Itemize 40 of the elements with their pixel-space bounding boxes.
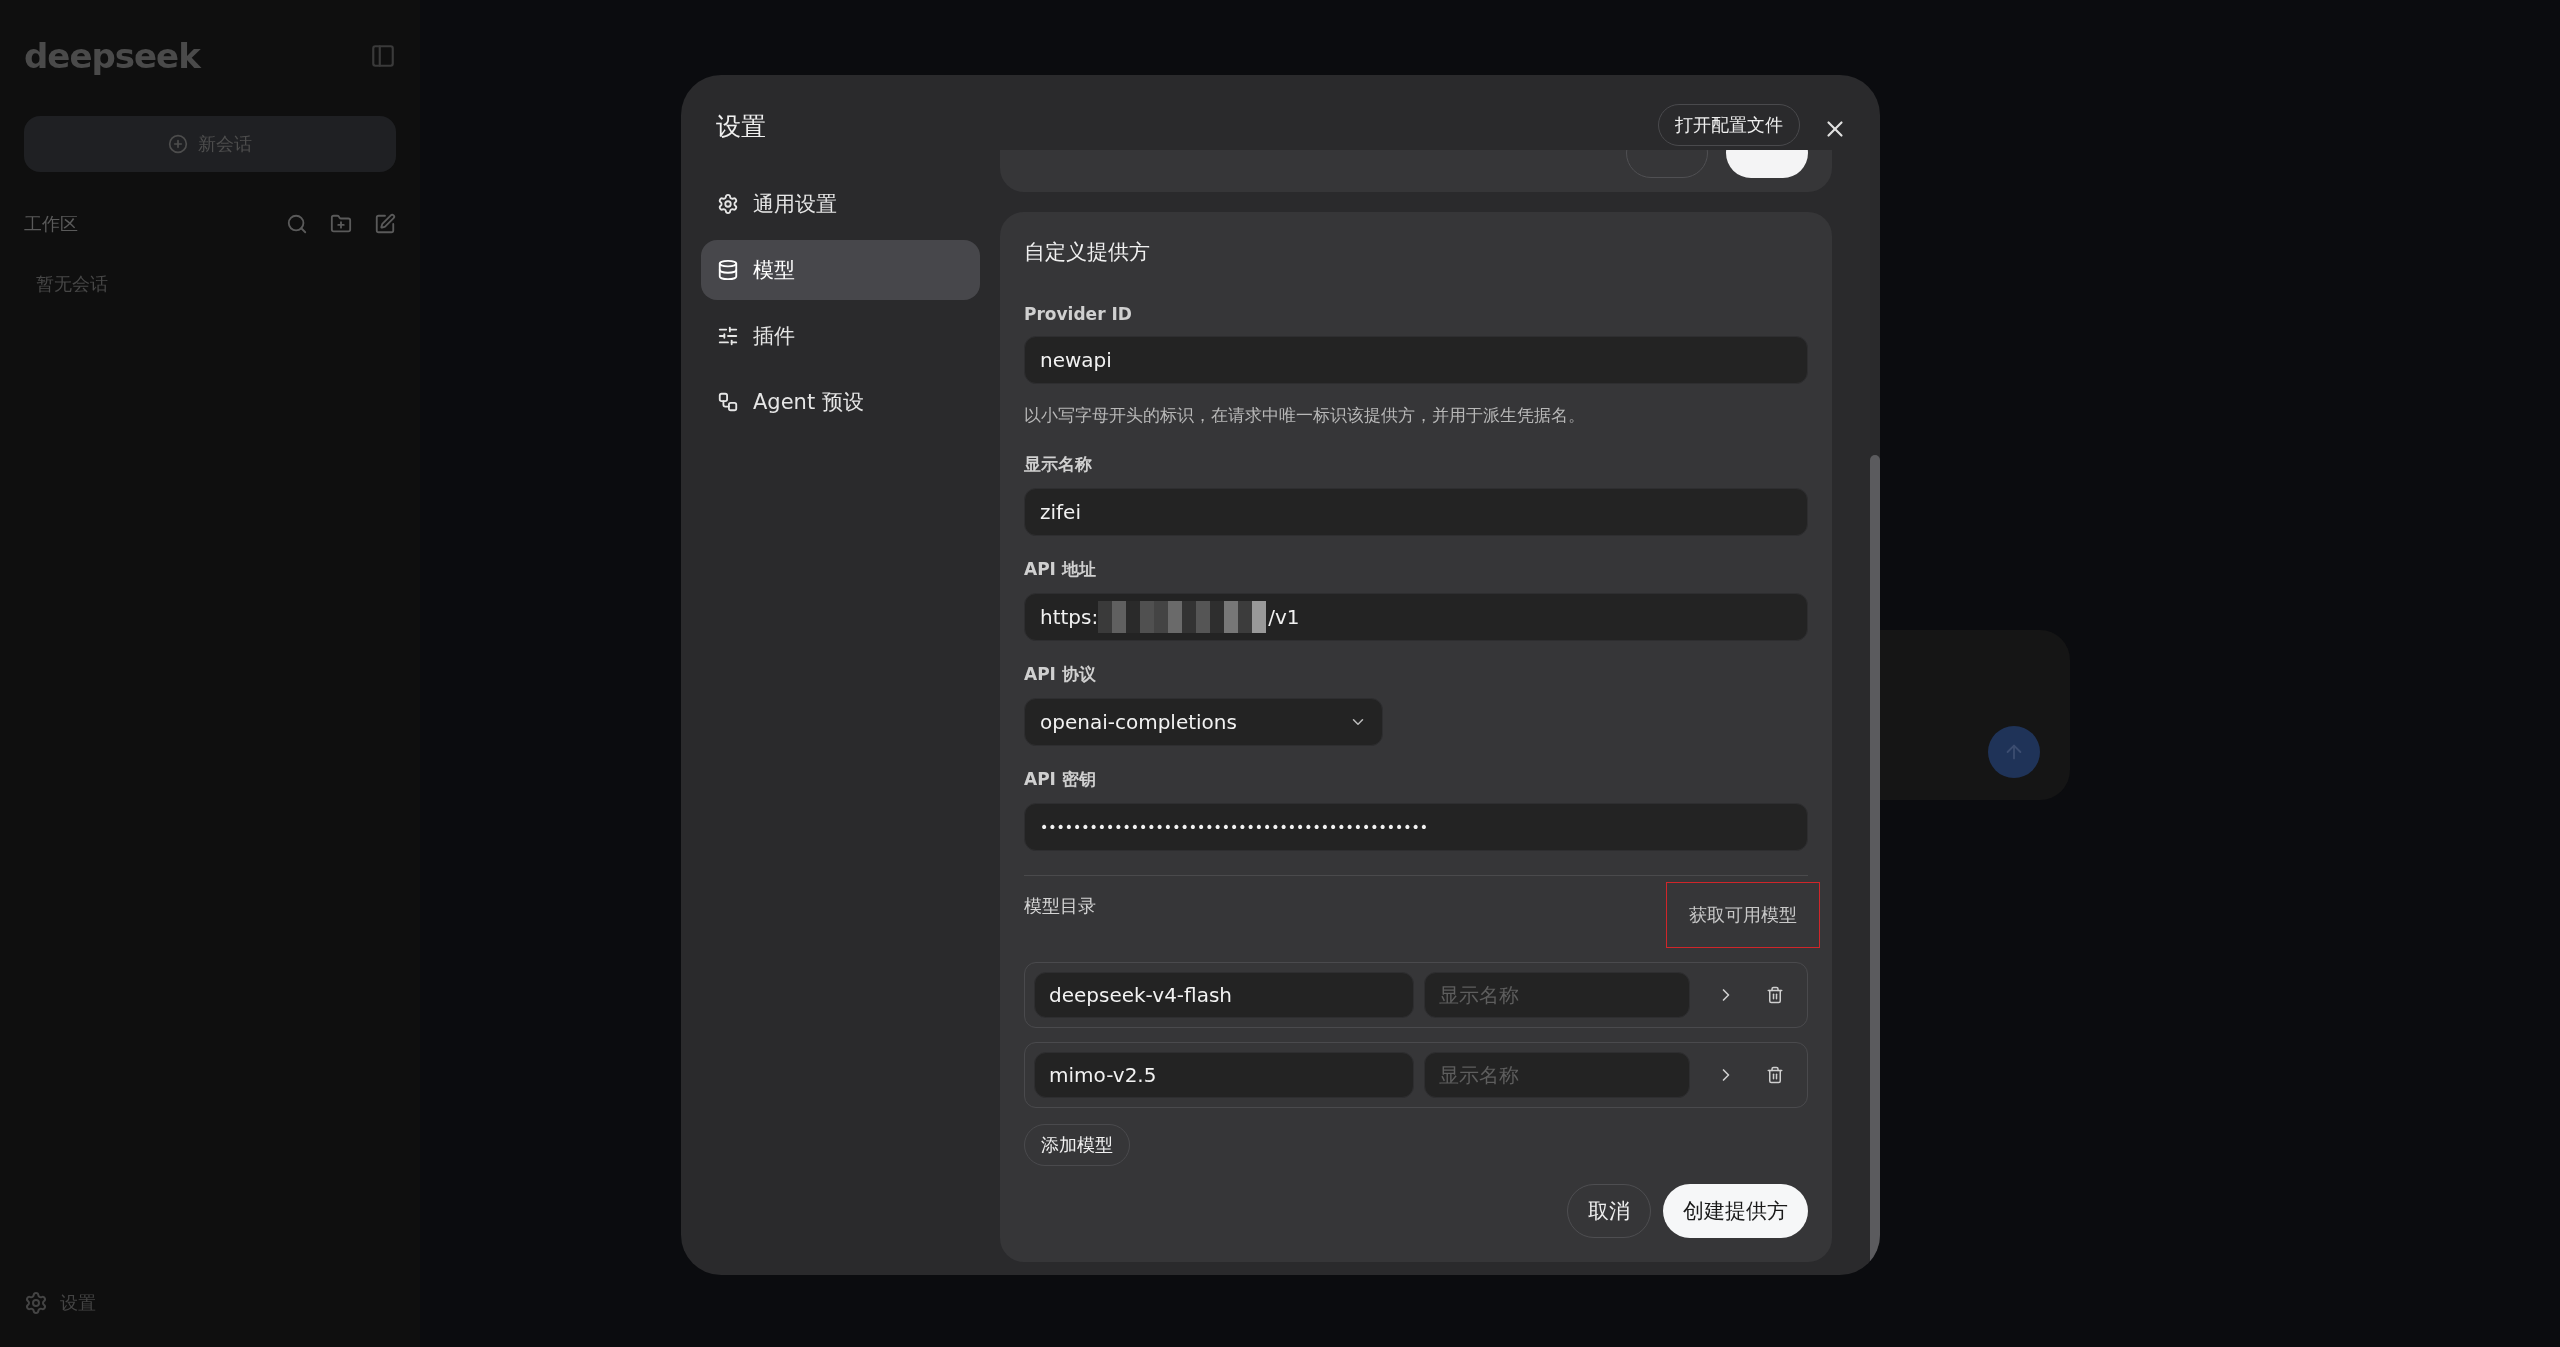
pixelated-text-icon (1098, 601, 1269, 633)
settings-icon (717, 192, 739, 215)
protocol-select[interactable]: openai-completions (1024, 698, 1383, 746)
nav-item[interactable]: 模型 (701, 239, 980, 300)
workspace-label: 工作区 (24, 212, 78, 236)
fetch-models-button[interactable]: 获取可用模型 (1666, 882, 1820, 948)
empty-text: 暂无会话 (36, 272, 109, 296)
search-icon[interactable] (286, 213, 308, 235)
input-field[interactable]: newapi (1024, 336, 1808, 384)
app-logo: deepseek (24, 36, 200, 76)
nav-item[interactable]: 插件 (701, 305, 980, 366)
display-name-field[interactable]: 显示名称 (1424, 972, 1690, 1018)
settings-icon[interactable] (24, 1291, 48, 1315)
field-label: API 协议 (1024, 663, 1097, 686)
send-button[interactable] (1988, 726, 2040, 778)
card-title: 自定义提供方 (1024, 239, 1151, 266)
dialog-title: 设置 (716, 111, 767, 143)
field-label: 显示名称 (1024, 453, 1093, 476)
create-provider-button[interactable]: 创建提供方 (1663, 1184, 1808, 1238)
plus-icon (168, 134, 188, 154)
database-icon (717, 258, 739, 281)
add-model-button[interactable]: 添加模型 (1024, 1124, 1130, 1166)
model-id-field[interactable]: deepseek-v4-flash (1034, 972, 1414, 1018)
model-id-field[interactable]: mimo-v2.5 (1034, 1052, 1414, 1098)
display-name-field[interactable]: 显示名称 (1424, 1052, 1690, 1098)
field-label: API 地址 (1024, 558, 1097, 581)
input-field[interactable]: https: /v1 (1024, 593, 1808, 641)
sliders-icon (717, 324, 739, 347)
folder-icon[interactable] (330, 213, 352, 235)
nav-item[interactable]: 通用设置 (701, 173, 980, 234)
password-field[interactable]: ••••••••••••••••••••••••••••••••••••••••••••••• (1024, 803, 1808, 851)
sidebar-toggle-icon[interactable] (370, 43, 396, 69)
section-label: 模型目录 (1024, 894, 1096, 918)
compose-icon[interactable] (374, 213, 396, 235)
nav-item[interactable]: Agent 预设 (701, 371, 980, 432)
field-label: API 密钥 (1024, 768, 1097, 791)
nodes-icon (717, 390, 739, 413)
help-text: 以小写字母开头的标识，在请求中唯一标识该提供方，并用于派生凭据名。 (1024, 404, 1586, 427)
field-label: Provider ID (1024, 304, 1133, 324)
input-field[interactable]: zifei (1024, 488, 1808, 536)
